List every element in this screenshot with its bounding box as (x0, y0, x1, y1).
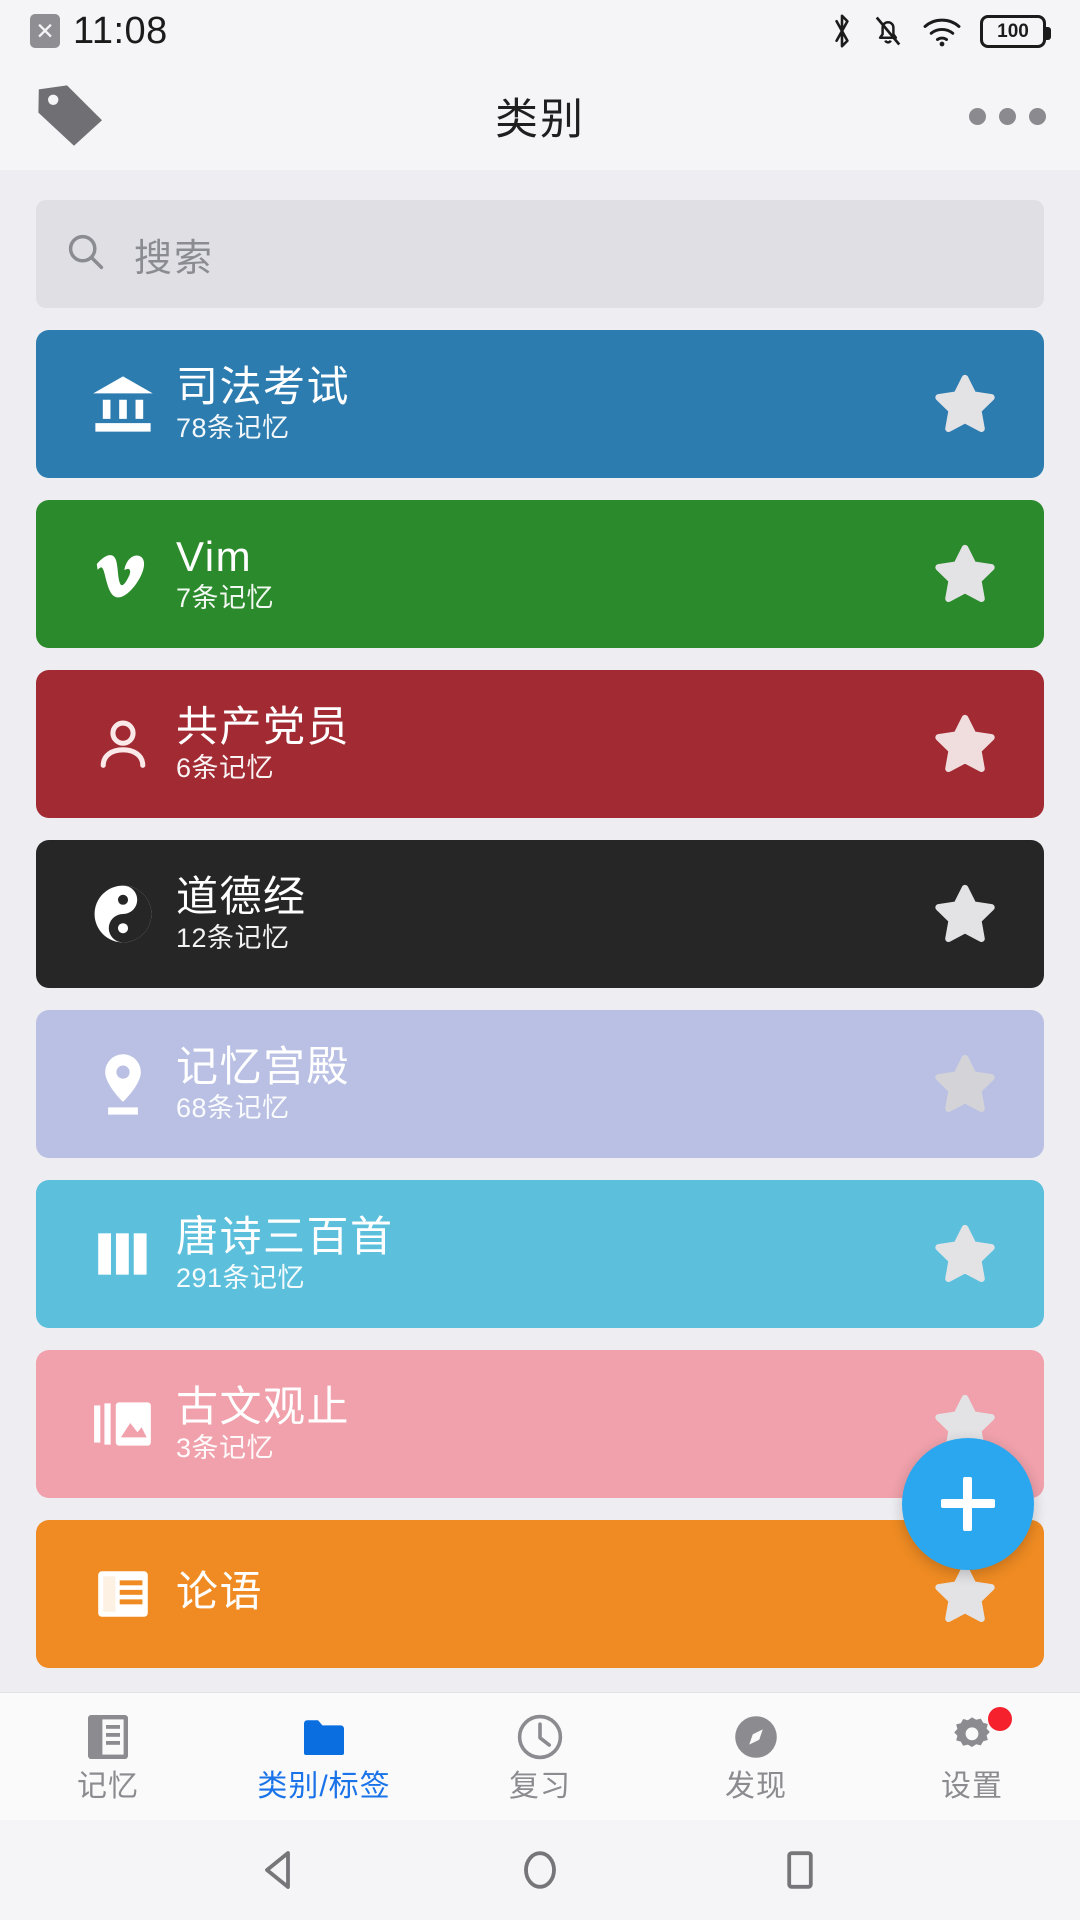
category-card[interactable]: 唐诗三百首 291条记忆 (36, 1180, 1044, 1328)
category-card-text: 唐诗三百首 291条记忆 (176, 1214, 394, 1293)
app-header: 类别 (0, 62, 1080, 170)
memo-icon (82, 1711, 134, 1763)
category-title: Vim (176, 533, 253, 581)
star-icon[interactable] (932, 1051, 1010, 1117)
star-icon[interactable] (932, 711, 1010, 777)
nav-label: 设置 (941, 1770, 1003, 1803)
category-card[interactable]: 古文观止 3条记忆 (36, 1350, 1044, 1498)
status-bar-clock: 11:08 (73, 9, 168, 52)
category-count: 12条记忆 (176, 922, 290, 953)
bluetooth-icon (829, 12, 855, 50)
category-card-text: 记忆宫殿 68条记忆 (176, 1044, 350, 1123)
folder-icon (298, 1711, 350, 1763)
nav-item-settings[interactable]: 设置 (864, 1693, 1080, 1820)
article-book-icon (70, 1565, 176, 1623)
clock-icon (514, 1711, 566, 1763)
category-card[interactable]: 司法考试 78条记忆 (36, 330, 1044, 478)
yinyang-icon (70, 879, 176, 949)
category-title: 共产党员 (176, 703, 351, 751)
category-count: 3条记忆 (176, 1432, 275, 1463)
system-navigation-bar (0, 1820, 1080, 1920)
star-icon[interactable] (932, 1561, 1010, 1627)
category-count: 78条记忆 (176, 412, 290, 443)
bank-icon (70, 370, 176, 438)
gear-icon (946, 1707, 1012, 1763)
collections-icon (70, 1396, 176, 1452)
books-columns-icon (70, 1226, 176, 1282)
category-list-area: 搜索 司法考试 78条记忆 Vim 7条记忆 共产党员 6条记忆 道德经 12条… (0, 170, 1080, 1692)
wifi-icon (921, 14, 963, 48)
category-card-text: 古文观止 3条记忆 (176, 1384, 350, 1463)
home-circle-icon[interactable] (514, 1844, 566, 1896)
category-title: 司法考试 (176, 363, 351, 411)
category-count: 68条记忆 (176, 1092, 290, 1123)
search-bar[interactable]: 搜索 (36, 200, 1044, 308)
vimeo-v-icon (70, 539, 176, 609)
nav-item-discover[interactable]: 发现 (648, 1693, 864, 1820)
category-title: 论语 (176, 1568, 264, 1616)
category-title: 记忆宫殿 (176, 1043, 351, 1091)
category-title: 道德经 (176, 873, 307, 921)
battery-icon: 100 (980, 14, 1051, 48)
app-screen: ✕ 11:08 100 类别 搜索 司法考试 78条记忆 Vim 7条记忆 共产… (0, 0, 1080, 1920)
page-title: 类别 (495, 96, 585, 144)
nav-item-review[interactable]: 复习 (432, 1693, 648, 1820)
bottom-navigation: 记忆 类别/标签 复习 发现 设置 (0, 1692, 1080, 1820)
search-icon (64, 230, 108, 279)
recents-square-icon[interactable] (774, 1844, 826, 1896)
category-card-text: 道德经 12条记忆 (176, 874, 307, 953)
search-input[interactable]: 搜索 (134, 227, 214, 282)
settings-notification-badge (988, 1707, 1012, 1731)
nav-label: 记忆 (77, 1770, 139, 1803)
category-count: 291条记忆 (176, 1262, 306, 1293)
nav-label: 复习 (509, 1770, 571, 1803)
star-icon[interactable] (932, 371, 1010, 437)
category-card[interactable]: Vim 7条记忆 (36, 500, 1044, 648)
category-title: 唐诗三百首 (176, 1213, 394, 1261)
status-bar-left: ✕ 11:08 (30, 10, 168, 53)
star-icon[interactable] (932, 541, 1010, 607)
nav-label: 类别/标签 (257, 1770, 391, 1803)
more-options-icon[interactable] (969, 107, 1046, 125)
sim-error-icon: ✕ (30, 14, 60, 48)
category-card-text: 论语 (176, 1569, 263, 1618)
location-pin-icon (70, 1050, 176, 1118)
category-count: 6条记忆 (176, 752, 275, 783)
add-category-fab[interactable] (902, 1438, 1034, 1570)
nav-label: 发现 (725, 1770, 787, 1803)
mute-bell-icon (872, 13, 904, 49)
nav-item-categories[interactable]: 类别/标签 (216, 1693, 432, 1820)
person-icon (70, 713, 176, 775)
category-card-text: Vim 7条记忆 (176, 534, 274, 613)
nav-item-memories[interactable]: 记忆 (0, 1693, 216, 1820)
plus-icon (941, 1477, 995, 1531)
battery-level: 100 (997, 20, 1029, 42)
status-bar-right: 100 (829, 12, 1051, 50)
compass-icon (730, 1711, 782, 1763)
category-card[interactable]: 共产党员 6条记忆 (36, 670, 1044, 818)
star-icon[interactable] (932, 1221, 1010, 1287)
category-card-text: 司法考试 78条记忆 (176, 364, 350, 443)
category-card-text: 共产党员 6条记忆 (176, 704, 350, 783)
category-card[interactable]: 论语 (36, 1520, 1044, 1668)
category-title: 古文观止 (176, 1383, 351, 1431)
tag-icon[interactable] (34, 83, 114, 149)
status-bar: ✕ 11:08 100 (0, 0, 1080, 62)
star-icon[interactable] (932, 881, 1010, 947)
category-card[interactable]: 记忆宫殿 68条记忆 (36, 1010, 1044, 1158)
category-count: 7条记忆 (176, 582, 275, 613)
back-triangle-icon[interactable] (254, 1844, 306, 1896)
category-card[interactable]: 道德经 12条记忆 (36, 840, 1044, 988)
